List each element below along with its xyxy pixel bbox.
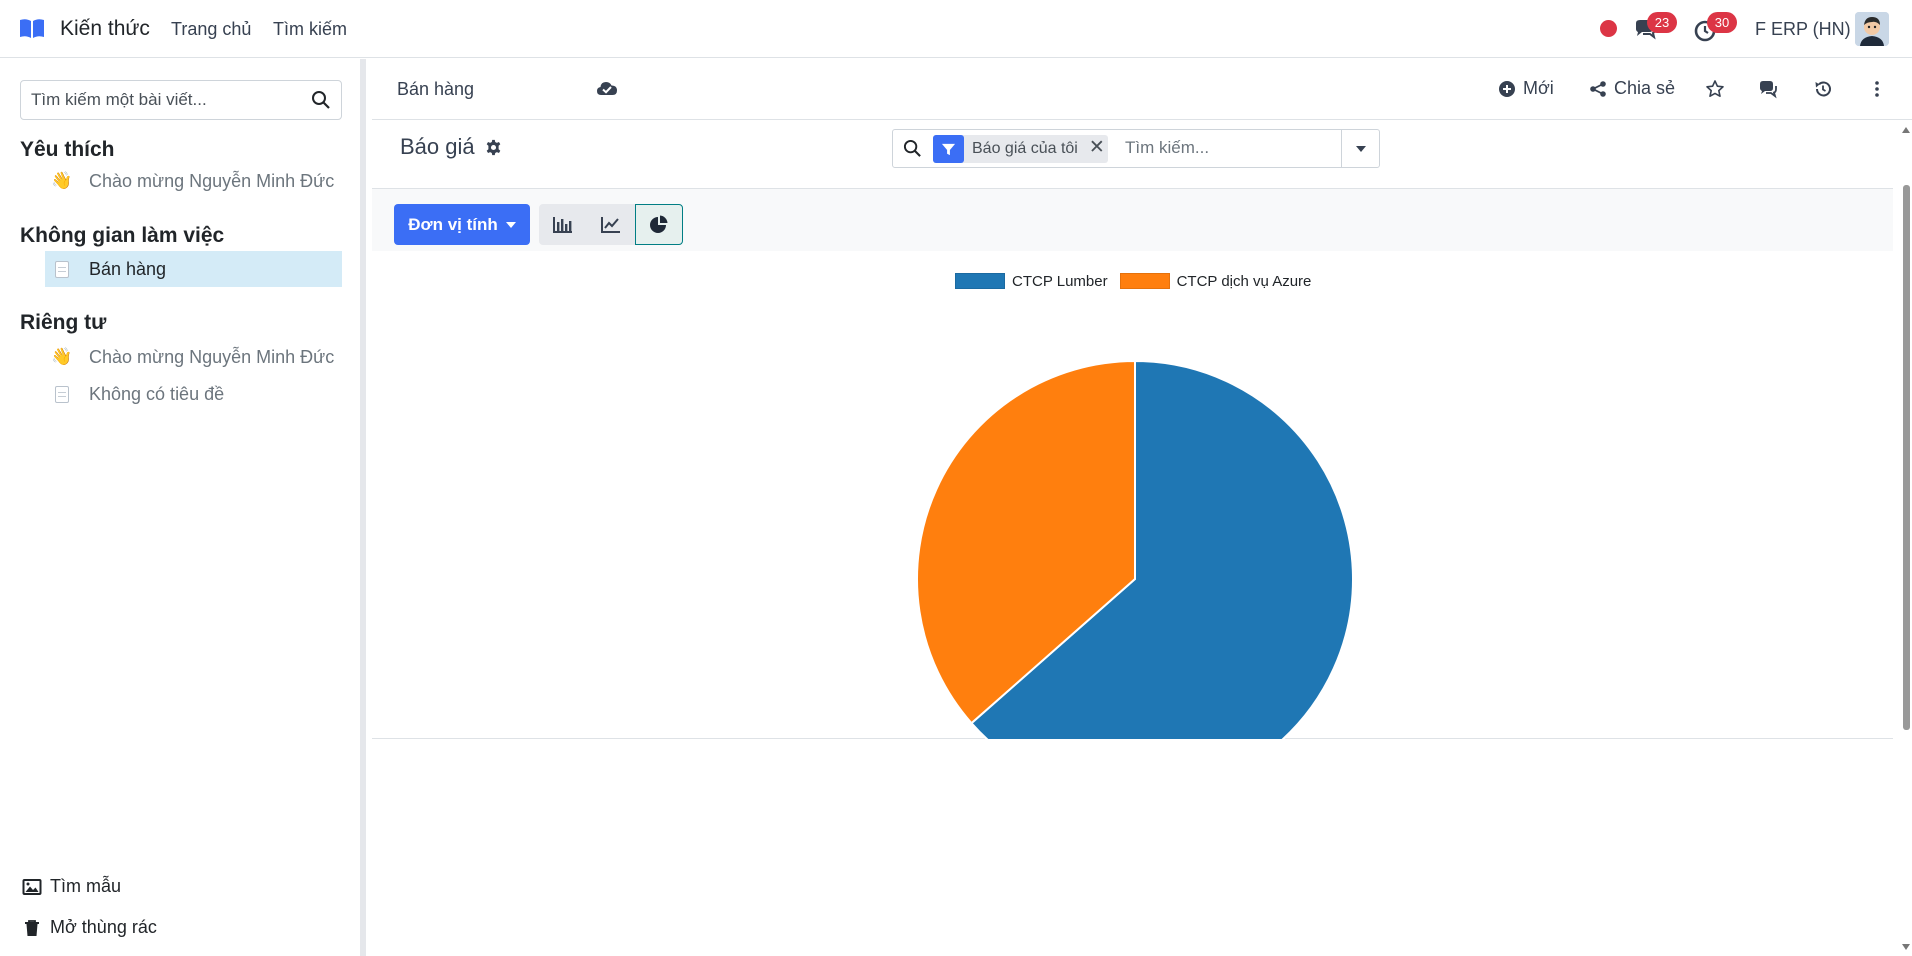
share-label: Chia sẻ [1614, 78, 1676, 98]
top-navbar: Kiến thức Trang chủ Tìm kiếm 23 30 F ERP… [0, 0, 1912, 58]
browse-templates-button[interactable]: Tìm mẫu [22, 876, 121, 897]
plus-circle-icon [1499, 80, 1515, 97]
section-workspace-title[interactable]: Không gian làm việc [20, 224, 224, 248]
document-icon [55, 385, 69, 403]
sidebar-item-welcome-favorite[interactable]: 👋 Chào mừng Nguyễn Minh Đức [45, 163, 342, 199]
graph-view: CTCP Lumber CTCP dịch vụ Azure [372, 259, 1893, 739]
activities-badge: 30 [1707, 12, 1737, 33]
control-panel: Báo giá Báo giá của tôi ✕ Tìm kiếm... Đơ… [372, 121, 1893, 251]
waving-hand-icon: 👋 [51, 171, 73, 190]
line-chart-button[interactable] [587, 204, 635, 245]
menu-home[interactable]: Trang chủ [171, 19, 251, 40]
open-trash-button[interactable]: Mở thùng rác [22, 917, 157, 938]
messages-badge: 23 [1647, 12, 1677, 33]
caret-down-icon [1355, 145, 1366, 152]
new-label: Mới [1523, 78, 1554, 98]
sidebar-item-label: Chào mừng Nguyễn Minh Đức [89, 170, 335, 191]
search-input[interactable]: Tìm kiếm... [1125, 138, 1209, 158]
bar-chart-button[interactable] [539, 204, 587, 245]
user-avatar[interactable] [1855, 12, 1889, 46]
cloud-saved-icon [597, 82, 617, 95]
search-icon[interactable] [311, 90, 331, 110]
scroll-up-arrow[interactable] [1902, 127, 1910, 133]
book-icon [20, 19, 44, 38]
search-icon [903, 139, 921, 157]
knowledge-sidebar: Tìm kiếm một bài viết... Yêu thích 👋 Chà… [0, 59, 366, 956]
sidebar-item-label: Bán hàng [89, 258, 167, 279]
gear-icon[interactable] [485, 139, 502, 156]
page-scrollbar[interactable] [1901, 120, 1912, 956]
search-bar[interactable]: Báo giá của tôi ✕ Tìm kiếm... [892, 129, 1380, 168]
pie-chart-icon [650, 215, 668, 233]
sidebar-item-untitled[interactable]: Không có tiêu đề [45, 376, 342, 412]
view-title-text: Báo giá [400, 134, 475, 159]
app-brand[interactable]: Kiến thức [18, 14, 150, 44]
star-icon[interactable] [1705, 79, 1725, 99]
remove-facet-button[interactable]: ✕ [1086, 135, 1108, 163]
comments-icon[interactable] [1758, 79, 1778, 99]
bar-chart-icon [553, 216, 572, 233]
control-panel-top: Báo giá Báo giá của tôi ✕ Tìm kiếm... [372, 121, 1893, 189]
trash-icon [25, 919, 39, 936]
sidebar-item-welcome-private[interactable]: 👋 Chào mừng Nguyễn Minh Đức [45, 339, 342, 375]
company-switcher[interactable]: F ERP (HN) [1755, 19, 1851, 40]
history-icon[interactable] [1813, 79, 1833, 99]
image-icon [22, 878, 42, 895]
section-favorites-title[interactable]: Yêu thích [20, 138, 115, 162]
sidebar-item-label: Chào mừng Nguyễn Minh Đức [89, 346, 335, 367]
new-article-button[interactable]: Mới [1498, 78, 1554, 99]
search-options-toggle[interactable] [1341, 130, 1379, 167]
more-options-icon[interactable] [1867, 79, 1887, 99]
breadcrumb[interactable]: Bán hàng [397, 79, 474, 100]
scroll-down-arrow[interactable] [1902, 944, 1910, 950]
recording-indicator[interactable] [1600, 20, 1617, 37]
filter-facet[interactable]: Báo giá của tôi ✕ [933, 135, 1108, 163]
article-main: Bán hàng Mới Chia sẻ Báo giá Báo giá của… [372, 59, 1912, 956]
document-icon [55, 260, 69, 278]
line-chart-icon [601, 216, 620, 233]
sidebar-item-label: Không có tiêu đề [89, 383, 225, 404]
article-search-input[interactable]: Tìm kiếm một bài viết... [20, 80, 342, 120]
filter-icon [933, 135, 964, 163]
sidebar-item-sales[interactable]: Bán hàng [45, 251, 342, 287]
trash-label: Mở thùng rác [50, 917, 157, 937]
article-search-placeholder: Tìm kiếm một bài viết... [31, 90, 207, 109]
chart-type-switcher [539, 204, 683, 245]
templates-label: Tìm mẫu [50, 876, 122, 896]
article-topbar: Bán hàng Mới Chia sẻ [372, 59, 1912, 120]
share-button[interactable]: Chia sẻ [1589, 78, 1675, 99]
view-title: Báo giá [400, 134, 502, 160]
menu-search[interactable]: Tìm kiếm [273, 19, 347, 40]
pie-chart-button[interactable] [635, 204, 683, 245]
filter-facet-label: Báo giá của tôi [972, 140, 1078, 157]
scroll-thumb[interactable] [1903, 185, 1910, 730]
waving-hand-icon: 👋 [51, 347, 73, 366]
measures-label: Đơn vị tính [408, 214, 498, 234]
pie-chart [916, 359, 1354, 739]
section-private-title[interactable]: Riêng tư [20, 311, 106, 335]
caret-down-icon [505, 221, 516, 228]
app-name: Kiến thức [60, 17, 150, 40]
share-icon [1590, 80, 1606, 97]
measures-dropdown[interactable]: Đơn vị tính [394, 204, 530, 245]
